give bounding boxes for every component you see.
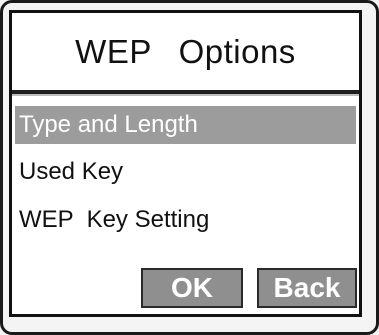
- lcd-screen: WEP Options Type and Length Used Key WEP…: [9, 10, 362, 317]
- title-divider-shadow: [12, 94, 359, 96]
- menu-item-used-key[interactable]: Used Key: [15, 153, 356, 191]
- ok-button[interactable]: OK: [141, 268, 243, 308]
- menu-item-wep-key-setting[interactable]: WEP Key Setting: [15, 201, 356, 239]
- menu-item-type-and-length[interactable]: Type and Length: [15, 106, 356, 144]
- back-button[interactable]: Back: [257, 268, 357, 308]
- screen-title: WEP Options: [75, 32, 296, 70]
